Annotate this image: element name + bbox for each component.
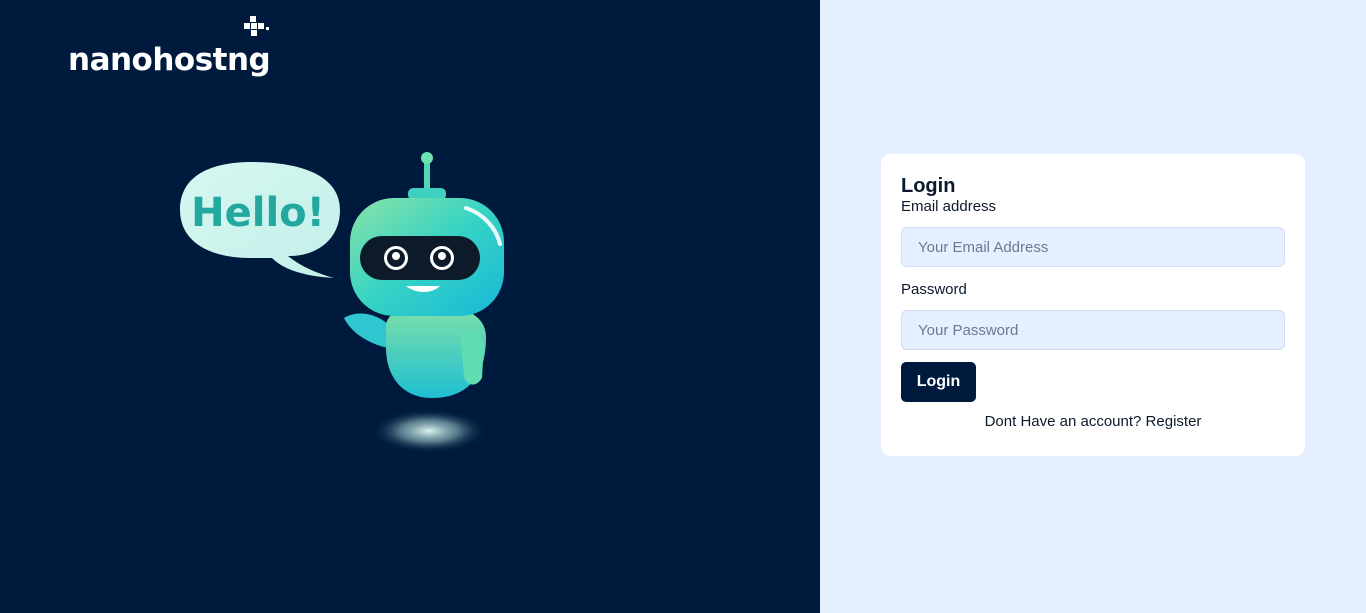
password-label: Password	[901, 281, 967, 298]
robot-illustration: Hello!	[180, 152, 504, 453]
login-title: Login	[901, 175, 956, 197]
register-prompt-text: Dont Have an account?	[984, 413, 1142, 430]
email-field[interactable]	[901, 227, 1285, 267]
register-link[interactable]: Register	[1146, 413, 1202, 430]
logo-text: nanohostng	[68, 42, 271, 78]
login-form: Login Email address Password Login Dont …	[881, 154, 1305, 456]
password-field[interactable]	[901, 310, 1285, 350]
robot-eye-left	[384, 246, 408, 270]
login-panel: Login Email address Password Login Dont …	[820, 0, 1366, 613]
speech-bubble: Hello!	[180, 162, 340, 278]
hello-text: Hello!	[191, 190, 325, 236]
email-label: Email address	[901, 198, 997, 215]
logo-pixel-icon	[244, 16, 269, 36]
nanohostng-logo[interactable]: nanohostng	[68, 16, 278, 82]
robot-eye-right	[430, 246, 454, 270]
brand-panel: nanohostng Hello!	[0, 0, 820, 613]
login-button[interactable]: Login	[901, 362, 976, 402]
register-prompt: Dont Have an account? Register	[901, 413, 1285, 430]
robot-shadow	[371, 409, 487, 453]
